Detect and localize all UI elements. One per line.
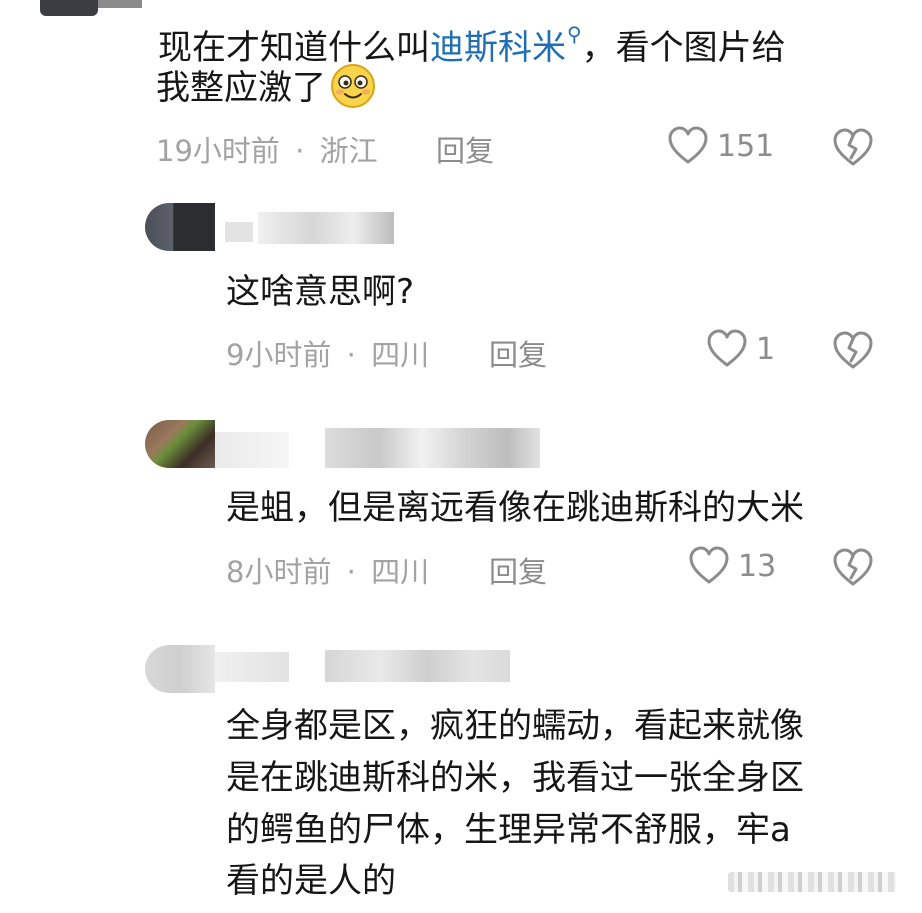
like-button[interactable]: 1 — [706, 329, 775, 369]
meta-separator: · — [295, 134, 305, 168]
comment-time: 9小时前 — [226, 338, 332, 372]
heart-icon — [706, 329, 748, 369]
like-count: 151 — [717, 128, 775, 164]
search-icon: ⚲ — [567, 22, 582, 46]
comment-text-part: 我整应激了 — [156, 68, 326, 108]
smiling-face-emoji-icon — [330, 63, 376, 109]
avatar[interactable] — [40, 0, 98, 16]
comment-text: 是蛆，但是离远看像在跳迪斯科的大米 — [226, 488, 804, 528]
watermark-blurred — [728, 872, 896, 892]
like-button[interactable]: 151 — [667, 126, 774, 166]
reply-button[interactable]: 回复 — [489, 332, 547, 374]
like-count: 13 — [738, 548, 777, 584]
comment-time: 8小时前 — [226, 555, 332, 589]
username-blurred — [325, 428, 540, 468]
meta-separator: · — [346, 338, 356, 372]
broken-heart-icon — [832, 331, 874, 371]
avatar[interactable] — [145, 645, 215, 693]
comment-location: 四川 — [371, 555, 430, 589]
dislike-button[interactable] — [832, 548, 874, 588]
username-blurred — [98, 0, 142, 8]
reply-button[interactable]: 回复 — [489, 549, 547, 591]
search-keyword-link[interactable]: 迪斯科米⚲ — [430, 22, 582, 68]
comment-location: 浙江 — [319, 134, 378, 168]
comment-text-line: 我整应激了 — [156, 62, 376, 114]
broken-heart-icon — [832, 128, 874, 168]
username-blurred — [215, 432, 289, 468]
avatar[interactable] — [145, 420, 215, 468]
keyword-label: 迪斯科米 — [430, 28, 566, 68]
comment-meta: 9小时前 · 四川 — [226, 332, 429, 374]
like-button[interactable]: 13 — [688, 546, 776, 586]
comment-location: 四川 — [371, 338, 430, 372]
comment-meta: 8小时前 · 四川 — [226, 549, 429, 591]
like-count: 1 — [756, 331, 776, 367]
reply-button[interactable]: 回复 — [436, 128, 494, 170]
dislike-button[interactable] — [832, 128, 874, 168]
heart-icon — [667, 126, 709, 166]
comment-text-part: ，看个图片给 — [581, 28, 786, 68]
comment-time: 19小时前 — [156, 134, 280, 168]
comment-text: 这啥意思啊? — [226, 272, 415, 312]
username-blurred — [215, 652, 289, 682]
comment-text-line: 看的是人的 — [226, 861, 396, 901]
dislike-button[interactable] — [832, 331, 874, 371]
username-blurred — [325, 650, 510, 682]
comment-text-line: 是在跳迪斯科的米，我看过一张全身区 — [226, 758, 804, 798]
comment-text-line: 全身都是区，疯狂的蠕动，看起来就像 — [226, 706, 804, 746]
meta-separator: · — [346, 555, 356, 589]
comment-text-line: 的鳄鱼的尸体，生理异常不舒服，牢a — [226, 810, 791, 850]
username-blurred — [225, 222, 253, 242]
avatar[interactable] — [145, 203, 215, 251]
broken-heart-icon — [832, 548, 874, 588]
username-blurred — [258, 212, 394, 244]
comment-meta: 19小时前 · 浙江 — [156, 128, 378, 170]
heart-icon — [688, 546, 730, 586]
